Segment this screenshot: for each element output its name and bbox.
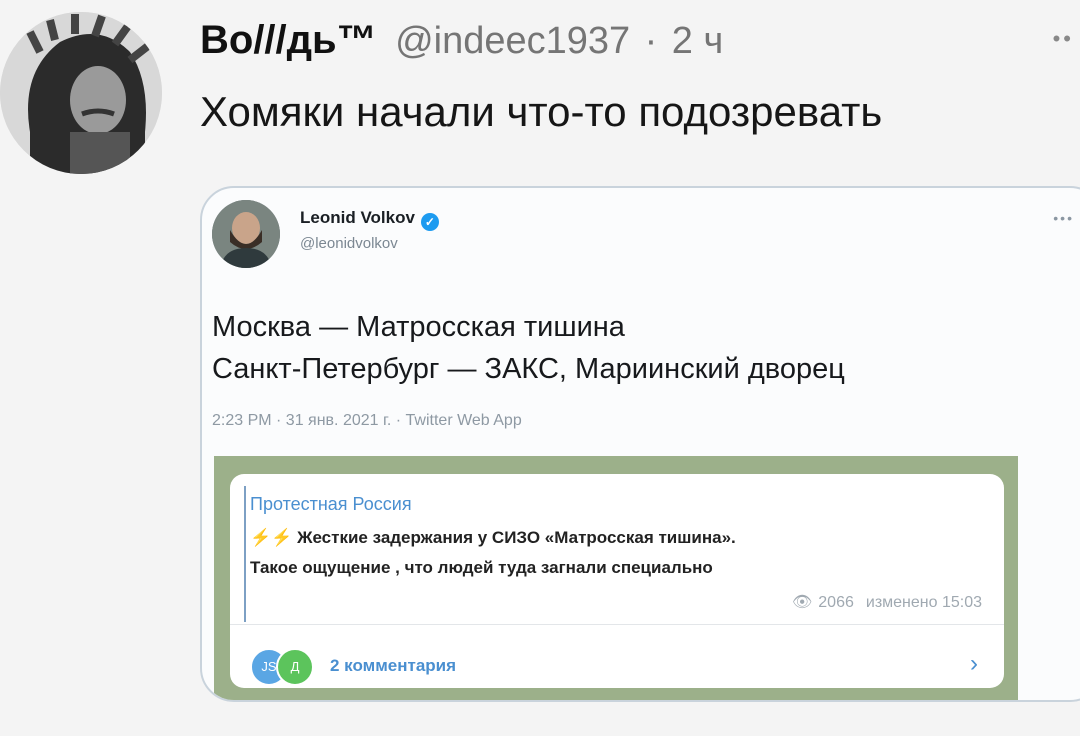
commenter-avatar: Д	[276, 648, 314, 686]
embedded-author-handle: @leonidvolkov	[300, 235, 398, 252]
embedded-tweet-header: Leonid Volkov ✓ @leonidvolkov	[300, 208, 439, 252]
telegram-quote-bar	[244, 486, 246, 622]
lightning-icon: ⚡⚡	[250, 528, 293, 547]
separator-dot: ·	[644, 20, 658, 62]
chevron-right-icon: ›	[970, 650, 978, 677]
telegram-line-1-text: Жесткие задержания у СИЗО «Матросская ти…	[297, 528, 736, 547]
telegram-comments-link: 2 комментария	[330, 656, 457, 675]
author-avatar[interactable]	[0, 12, 162, 174]
telegram-stats: 👁 2066 изменено 15:03	[792, 592, 982, 612]
embedded-author-name: Leonid Volkov	[300, 208, 415, 227]
verified-badge-icon: ✓	[420, 213, 439, 231]
tweet-text: Хомяки начали что-то подозревать	[200, 88, 883, 135]
telegram-edited: изменено 15:03	[865, 594, 982, 611]
embedded-avatar-image	[212, 200, 280, 268]
telegram-channel-name: Протестная Россия	[250, 494, 412, 514]
tweet-media[interactable]: Leonid Volkov ✓ @leonidvolkov ••• Москва …	[200, 186, 1080, 702]
more-options-icon[interactable]: ••	[1053, 28, 1074, 50]
telegram-divider	[230, 624, 1004, 625]
author-handle[interactable]: @indeec1937	[395, 20, 630, 62]
embedded-tweet-line-1: Москва — Матросская тишина	[212, 311, 625, 343]
tweet-time[interactable]: 2 ч	[672, 20, 724, 62]
author-name[interactable]: Во///дь™	[200, 18, 377, 62]
embedded-tweet-line-2: Санкт-Петербург — ЗАКС, Мариинский дворе…	[212, 353, 845, 385]
avatar-image	[0, 12, 162, 174]
telegram-screenshot: Протестная Россия ⚡⚡ Жесткие задержания …	[214, 456, 1018, 700]
eye-icon: 👁	[791, 594, 813, 611]
embedded-tweet-meta: 2:23 PM · 31 янв. 2021 г. · Twitter Web …	[212, 412, 522, 429]
telegram-message-line-1: ⚡⚡ Жесткие задержания у СИЗО «Матросская…	[250, 528, 736, 548]
telegram-message-line-2: Такое ощущение , что людей туда загнали …	[250, 558, 713, 577]
embedded-more-icon: •••	[1053, 210, 1074, 226]
telegram-message: Протестная Россия ⚡⚡ Жесткие задержания …	[230, 474, 1004, 688]
telegram-views: 2066	[818, 594, 854, 611]
tweet-header: Во///дь™ @indeec1937 · 2 ч	[200, 18, 723, 68]
embedded-tweet-text: Москва — Матросская тишина Санкт-Петербу…	[212, 306, 845, 390]
embedded-author-avatar	[212, 200, 280, 268]
